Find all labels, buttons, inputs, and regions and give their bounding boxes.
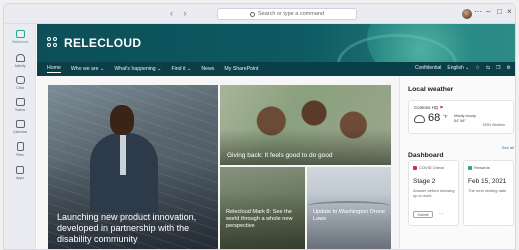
rail-item-files[interactable]: Files	[4, 138, 36, 160]
more-options-icon[interactable]: ⋯	[439, 211, 444, 217]
page-content: Launching new product innovation, develo…	[37, 76, 515, 249]
search-icon	[249, 11, 255, 17]
minimize-button[interactable]: –	[486, 7, 490, 16]
rail-label: Teams	[14, 108, 26, 112]
weather-high-low: 84° 66°	[454, 119, 466, 123]
sensitivity-label[interactable]: Confidential	[415, 65, 441, 71]
site-header: RELECLOUD	[37, 24, 515, 62]
calendar-icon	[15, 120, 25, 128]
hero-person-head	[110, 105, 134, 135]
weather-card[interactable]: Contoso HQ ⚑ 68 °F Mostly cloudy 84° 66°…	[408, 100, 514, 134]
submit-button[interactable]: Submit	[413, 211, 433, 218]
bell-icon	[15, 54, 25, 62]
card-secondary-text: Answer before showing up to work	[413, 188, 455, 198]
nav-who-we-are[interactable]: Who we are ⌄	[71, 66, 104, 72]
nav-home[interactable]: Home	[47, 65, 61, 73]
news-hero-tile[interactable]: Launching new product innovation, develo…	[48, 85, 218, 249]
weather-location: Contoso HQ ⚑	[414, 105, 443, 111]
user-avatar[interactable]	[462, 9, 472, 19]
relecloud-app-icon	[15, 30, 25, 38]
card-primary-text: Stage 2	[413, 178, 436, 185]
share-icon[interactable]: ⇆	[486, 65, 490, 71]
news-tile-giving-back[interactable]: Giving back: It feels good to do good	[220, 85, 391, 165]
card-header-text: COVID Check	[419, 165, 445, 170]
news-headline: Relecloud Mark 8: See the world through …	[226, 209, 293, 229]
card-header: Rewards	[468, 165, 490, 170]
card-primary-text: Feb 15, 2021	[468, 178, 507, 185]
teams-icon	[15, 98, 25, 106]
search-placeholder: Search or type a command	[257, 11, 325, 17]
card-secondary-text: The next vesting date	[468, 188, 507, 193]
weather-source: MSN Weather	[483, 123, 506, 127]
news-headline: Update to Washington Drone Laws	[313, 209, 385, 222]
nav-whats-happening[interactable]: What's happening ⌄	[114, 66, 161, 72]
card-header: COVID Check	[413, 165, 444, 170]
weather-unit: °F	[443, 114, 448, 119]
rail-label: Apps	[16, 176, 24, 180]
copy-icon[interactable]: ❐	[496, 65, 500, 71]
teams-window: ‹ › Search or type a command ⋯ – □ × Rel…	[3, 3, 516, 250]
rewards-icon	[468, 165, 472, 170]
settings-icon[interactable]: ⚙	[507, 65, 511, 71]
rail-label: Calendar	[12, 130, 28, 134]
dashboard-card-covid[interactable]: COVID Check Stage 2 Answer before showin…	[408, 160, 459, 226]
rail-label: Chat	[16, 86, 24, 90]
rail-label: Relecloud	[12, 40, 28, 44]
rail-item-apps[interactable]: Apps	[4, 162, 36, 184]
weather-condition: Mostly cloudy 84° 66°	[454, 114, 476, 124]
weather-title: Local weather	[408, 86, 454, 93]
right-pane: Local weather Contoso HQ ⚑ 68 °F Mostly …	[399, 76, 515, 249]
nav-actions: Confidential English ⌄ ☆ ⇆ ❐ ⚙	[415, 65, 511, 71]
news-tile-drone-laws[interactable]: Update to Washington Drone Laws	[307, 167, 391, 249]
file-icon	[16, 141, 24, 151]
search-input[interactable]: Search or type a command	[217, 8, 357, 20]
star-icon[interactable]: ☆	[475, 65, 479, 71]
flag-icon: ⚑	[439, 105, 444, 110]
apps-icon	[16, 166, 24, 174]
site-logo[interactable]: RELECLOUD	[47, 36, 141, 50]
dashboard-title: Dashboard	[408, 152, 444, 159]
cloud-icon	[414, 115, 425, 123]
chat-icon	[15, 76, 25, 84]
dashboard-card-rewards[interactable]: Rewards Feb 15, 2021 The next vesting da…	[463, 160, 514, 226]
app-rail: Relecloud Activity Chat Teams Calendar F…	[4, 24, 36, 249]
rail-item-teams[interactable]: Teams	[4, 94, 36, 116]
relecloud-logo-icon	[47, 37, 59, 49]
close-button[interactable]: ×	[507, 7, 512, 16]
rail-label: Activity	[14, 64, 26, 68]
nav-my-sharepoint[interactable]: My SharePoint	[224, 66, 258, 72]
hero-headline: Launching new product innovation, develo…	[57, 212, 197, 244]
weather-temperature: 68	[428, 112, 441, 124]
see-all-link[interactable]: See all	[502, 145, 514, 150]
history-arrows[interactable]: ‹ ›	[170, 8, 191, 18]
rail-label: Files	[16, 152, 24, 157]
site-navigation: Home Who we are ⌄ What's happening ⌄ Fin…	[37, 62, 515, 76]
rail-item-chat[interactable]: Chat	[4, 72, 36, 94]
rail-item-activity[interactable]: Activity	[4, 50, 36, 72]
rail-item-calendar[interactable]: Calendar	[4, 116, 36, 138]
hero-lanyard	[120, 135, 126, 175]
title-bar: ‹ › Search or type a command ⋯ – □ ×	[4, 4, 515, 24]
nav-find-it[interactable]: Find it ⌄	[171, 66, 191, 72]
rail-item-relecloud[interactable]: Relecloud	[4, 26, 36, 48]
language-selector[interactable]: English ⌄	[447, 65, 469, 71]
more-options-icon[interactable]: ⋯	[474, 7, 482, 16]
nav-news[interactable]: News	[201, 66, 214, 72]
card-header-text: Rewards	[474, 165, 490, 170]
site-name: RELECLOUD	[64, 36, 142, 50]
news-tile-mark-8[interactable]: Relecloud Mark 8: See the world through …	[220, 167, 305, 249]
news-headline: Giving back: It feels good to do good	[227, 152, 333, 159]
maximize-button[interactable]: □	[497, 7, 502, 16]
weather-location-text: Contoso HQ	[414, 105, 439, 110]
covid-check-icon	[413, 165, 417, 170]
